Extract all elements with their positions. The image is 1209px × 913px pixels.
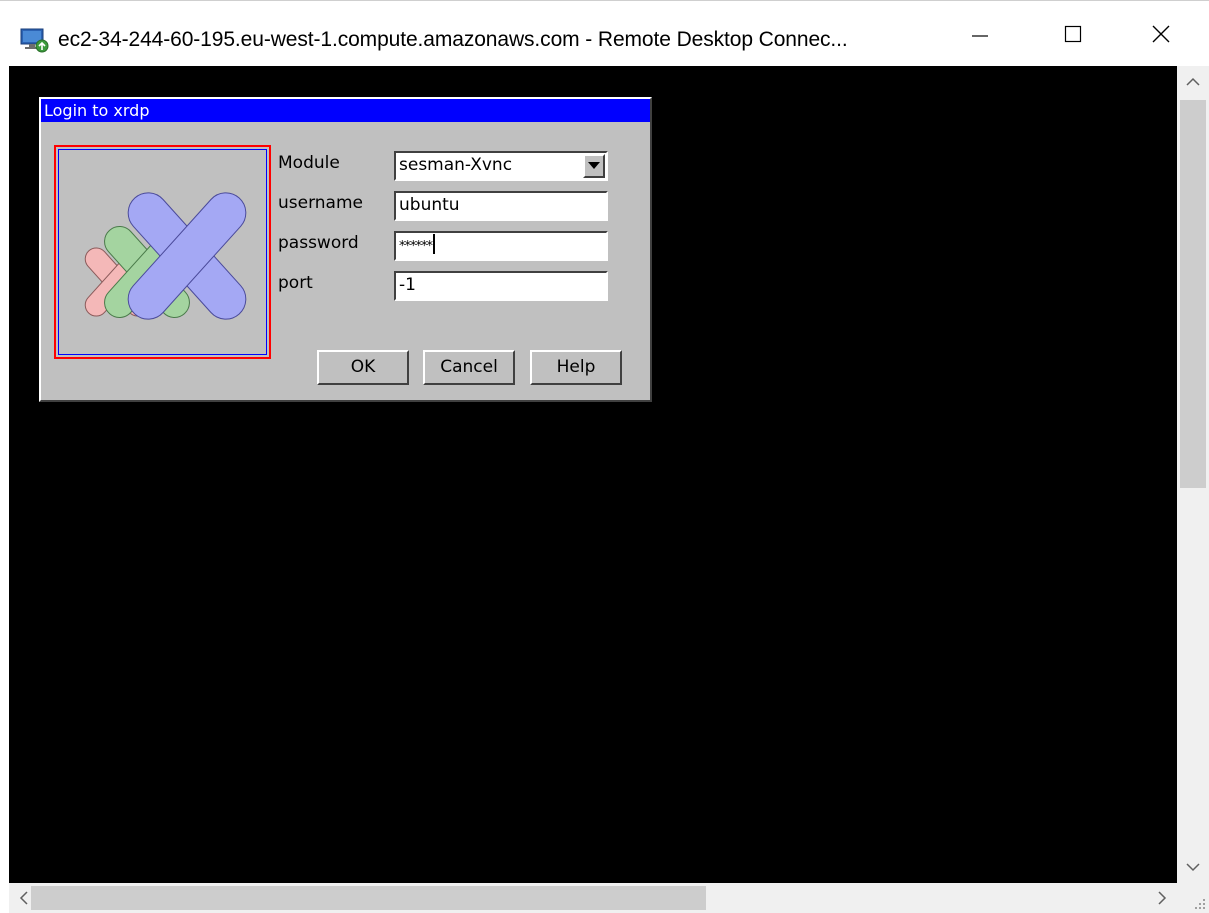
password-input[interactable]: ****** [394,231,608,261]
xrdp-login-dialog: Login to xrdp Module sesman-Xvnc usernam… [39,97,652,402]
window-title: ec2-34-244-60-195.eu-west-1.compute.amaz… [58,28,848,51]
vertical-scrollbar[interactable] [1177,66,1209,883]
username-label: username [278,193,363,213]
cancel-button[interactable]: Cancel [423,350,515,385]
ok-button[interactable]: OK [317,350,409,385]
chevron-down-icon [588,162,600,169]
scroll-down-button[interactable] [1177,851,1209,883]
horizontal-scrollbar[interactable] [9,883,1177,913]
maximize-icon [1064,25,1082,43]
resize-grip-icon [1195,899,1205,909]
chevron-right-icon [1158,891,1167,905]
logo-frame [54,145,271,359]
window-titlebar[interactable]: ec2-34-244-60-195.eu-west-1.compute.amaz… [0,0,1209,66]
close-button[interactable] [1117,1,1205,67]
scroll-right-button[interactable] [1147,883,1177,913]
dialog-title: Login to xrdp [41,99,650,122]
chevron-down-icon [1186,863,1200,872]
username-value: ubuntu [399,195,460,215]
port-input[interactable]: -1 [394,271,608,301]
module-label: Module [278,153,340,173]
password-value: ****** [399,239,433,254]
chevron-left-icon [19,891,28,905]
close-icon [1152,25,1170,43]
scroll-up-button[interactable] [1177,66,1209,98]
module-value: sesman-Xvnc [399,155,513,175]
username-input[interactable]: ubuntu [394,191,608,221]
chevron-up-icon [1186,77,1200,86]
minimize-icon [972,35,988,37]
module-dropdown-button[interactable] [583,154,605,178]
help-button[interactable]: Help [530,350,622,385]
module-select[interactable]: sesman-Xvnc [394,151,608,181]
vertical-scroll-thumb[interactable] [1180,100,1206,488]
resize-grip[interactable] [1177,883,1209,913]
remote-desktop-icon [20,28,49,53]
maximize-button[interactable] [1029,1,1117,67]
xrdp-logo [84,192,247,320]
remote-desktop-viewport[interactable]: Login to xrdp Module sesman-Xvnc usernam… [9,66,1177,883]
port-value: -1 [399,275,416,295]
text-caret [433,234,435,254]
minimize-button[interactable] [936,1,1024,67]
port-label: port [278,273,313,293]
password-label: password [278,233,359,253]
horizontal-scroll-thumb[interactable] [31,886,706,910]
